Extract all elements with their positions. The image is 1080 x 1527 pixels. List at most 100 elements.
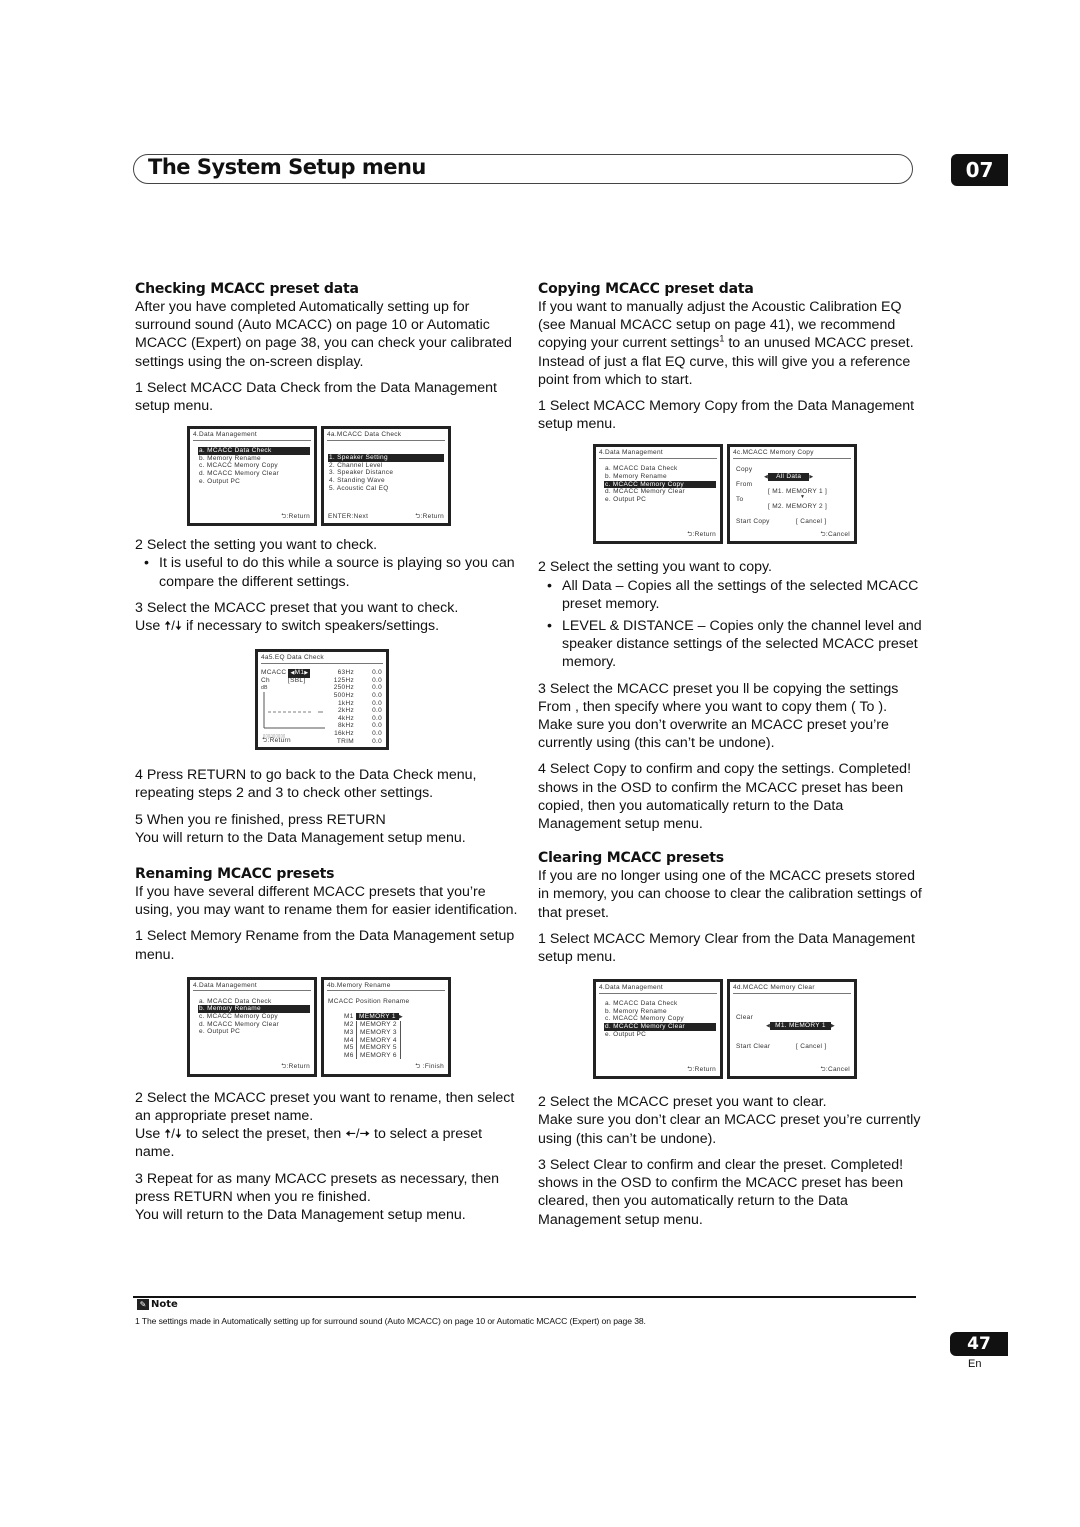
osd-title: 4b.Memory Rename [327,982,445,992]
up-down-arrow-icon: 🠅/🠇 [164,618,183,634]
eq-band-row: 8kHz 0.0 [324,722,382,730]
osd-menu-item[interactable]: a. MCACC Data Check [604,1000,716,1008]
section-heading-checking: Checking MCACC preset data [135,281,359,297]
osd-menu-item[interactable]: d. MCACC Memory Clear [604,1023,716,1031]
eq-band-row: 4kHz 0.0 [324,715,382,723]
osd-menu-item[interactable]: a. MCACC Data Check [198,998,310,1006]
osd-menu-item[interactable]: d. MCACC Memory Clear [198,1021,310,1029]
osd-menu-item[interactable]: b. Memory Rename [604,473,716,481]
eq-band-frequency: 250Hz [333,684,354,692]
osd-data-management: 4.Data Management a. MCACC Data Check b.… [187,976,317,1077]
osd-title: 4.Data Management [193,982,311,992]
preset-name[interactable]: MEMORY 5 [356,1044,401,1052]
page-number: 47 [950,1332,1008,1356]
osd-menu-item[interactable]: 5. Acoustic Cal EQ [328,485,444,493]
start-clear-label: Start Clear [736,1043,771,1051]
osd-menu-item[interactable]: a. MCACC Data Check [198,447,310,455]
osd-menu-item[interactable]: 2. Channel Level [328,462,444,470]
paragraph: If you have several different MCACC pres… [135,884,518,919]
preset-position: M2 [344,1021,354,1029]
osd-footer: ⮌:Return [687,530,716,538]
step: 4 Select Copy to confirm and copy the se… [538,761,912,833]
clear-label: Clear [736,1014,754,1022]
eq-band-row: 500Hz 0.0 [324,692,382,700]
chapter-badge: 07 [951,154,1008,186]
eq-band-row: 63Hz 0.0 [324,669,382,677]
step: You will return to the Data Management s… [135,829,466,846]
page-title: The System Setup menu [148,155,426,179]
osd-menu-item[interactable]: b. Memory Rename [198,455,310,463]
preset-position: M3 [344,1029,354,1037]
osd-menu-item[interactable]: b. Memory Rename [198,1005,310,1014]
rename-row[interactable]: M3 MEMORY 3 [344,1029,403,1037]
eq-band-row: 250Hz 0.0 [324,684,382,692]
osd-memory-clear: 4d.MCACC Memory Clear Clear M1. MEMORY 1… [727,979,857,1080]
start-copy-button[interactable]: [ Cancel ] [796,518,826,526]
step: 3 Select the MCACC preset that you want … [135,599,459,616]
rename-row[interactable]: M1 MEMORY 1 [344,1012,403,1022]
step: 5 When you re finished, press RETURN [135,811,386,828]
preset-name[interactable]: MEMORY 3 [356,1029,401,1037]
eq-band-list: 63Hz 0.0 125Hz 0.0 250Hz 0.0 500Hz 0.0 1kHz 0.0 2k… [324,669,382,745]
eq-band-value: 0.0 [372,737,382,745]
rename-row[interactable]: M6 MEMORY 6 [344,1051,403,1060]
osd-eq-data-check: 4a5.EQ Data Check MCACC M1 Ch [SBL] dB ▯… [255,649,389,751]
osd-menu-item[interactable]: c. MCACC Memory Copy [604,1015,716,1023]
step: Use 🠅/🠇 if necessary to switch speakers/… [135,618,440,635]
step: 4 Press RETURN to go back to the Data Ch… [135,767,477,802]
section-heading-clearing: Clearing MCACC presets [538,850,724,867]
step: 2 Select the setting you want to check. [135,537,378,554]
osd-title: 4.Data Management [599,984,717,994]
eq-band-row: 16kHz 0.0 [324,730,382,738]
clear-selector[interactable]: M1. MEMORY 1 [766,1022,835,1031]
osd-menu-item[interactable]: e. Output PC [604,496,716,504]
eq-band-value: 0.0 [372,729,382,737]
eq-band-frequency: 16kHz [334,729,354,737]
osd-title: 4a.MCACC Data Check [327,431,445,441]
rename-row[interactable]: M4 MEMORY 4 [344,1036,403,1045]
section-heading-renaming: Renaming MCACC presets [135,866,335,883]
osd-menu-item[interactable]: a. MCACC Data Check [604,465,716,473]
osd-mcacc-data-check: 4a.MCACC Data Check 1. Speaker Setting 2… [321,426,451,527]
osd-menu-item[interactable]: e. Output PC [198,1028,310,1036]
bullet: It is useful to do this while a source i… [135,554,520,590]
channel-selector[interactable]: [SBL] [288,677,305,684]
osd-menu-item[interactable]: 3. Speaker Distance [328,469,444,477]
eq-band-value: 0.0 [372,699,382,707]
osd-menu-item[interactable]: c. MCACC Memory Copy [198,1013,310,1021]
footnote: 1 The settings made in Automatically set… [135,1316,646,1326]
copy-label: Copy [736,466,753,474]
osd-menu-item[interactable]: d. MCACC Memory Clear [198,470,310,478]
osd-menu-item[interactable]: d. MCACC Memory Clear [604,488,716,496]
note-divider [133,1296,916,1298]
eq-band-frequency: 2kHz [337,707,354,715]
osd-title: 4.Data Management [193,431,311,441]
rename-row[interactable]: M5 MEMORY 5 [344,1044,403,1052]
start-clear-button[interactable]: [ Cancel ] [796,1043,826,1051]
osd-menu-item[interactable]: e. Output PC [198,478,310,486]
osd-data-management: 4.Data Management a. MCACC Data Check b.… [187,426,317,527]
preset-name[interactable]: MEMORY 2 [356,1021,401,1030]
osd-pair-data-check: 4.Data Management a. MCACC Data Check b.… [187,426,520,527]
step: 3 Select Clear to confirm and clear the … [538,1156,904,1228]
osd-menu-item[interactable]: 1. Speaker Setting [328,454,444,462]
preset-name[interactable]: MEMORY 4 [356,1036,401,1045]
to-selector[interactable]: [ M2. MEMORY 2 ] [768,503,827,511]
paragraph: If you want to manually adjust the Acous… [538,299,914,388]
step: 3 Select the MCACC preset you ll be copy… [538,680,899,715]
osd-footer: ⮌:Cancel [820,530,850,538]
step: 2 Select the MCACC preset you want to cl… [538,1094,827,1111]
copy-selector[interactable]: All Data [764,473,813,482]
preset-name[interactable]: MEMORY 1 [356,1012,399,1021]
preset-name[interactable]: MEMORY 6 [356,1051,401,1060]
osd-menu-item[interactable]: b. Memory Rename [604,1008,716,1016]
osd-subtitle: MCACC Position Rename [328,997,410,1005]
osd-pair-clear: 4.Data Management a. MCACC Data Check b.… [593,979,923,1080]
osd-menu-item[interactable]: 4. Standing Wave [328,477,444,485]
osd-menu-item[interactable]: c. MCACC Memory Copy [198,462,310,470]
from-selector[interactable]: [ M1. MEMORY 1 ] [768,488,827,496]
osd-menu-item[interactable]: c. MCACC Memory Copy [604,480,716,489]
rename-row[interactable]: M2 MEMORY 2 [344,1021,403,1030]
osd-menu-item[interactable]: e. Output PC [604,1031,716,1039]
step: 2 Select the setting you want to copy. [538,559,772,576]
